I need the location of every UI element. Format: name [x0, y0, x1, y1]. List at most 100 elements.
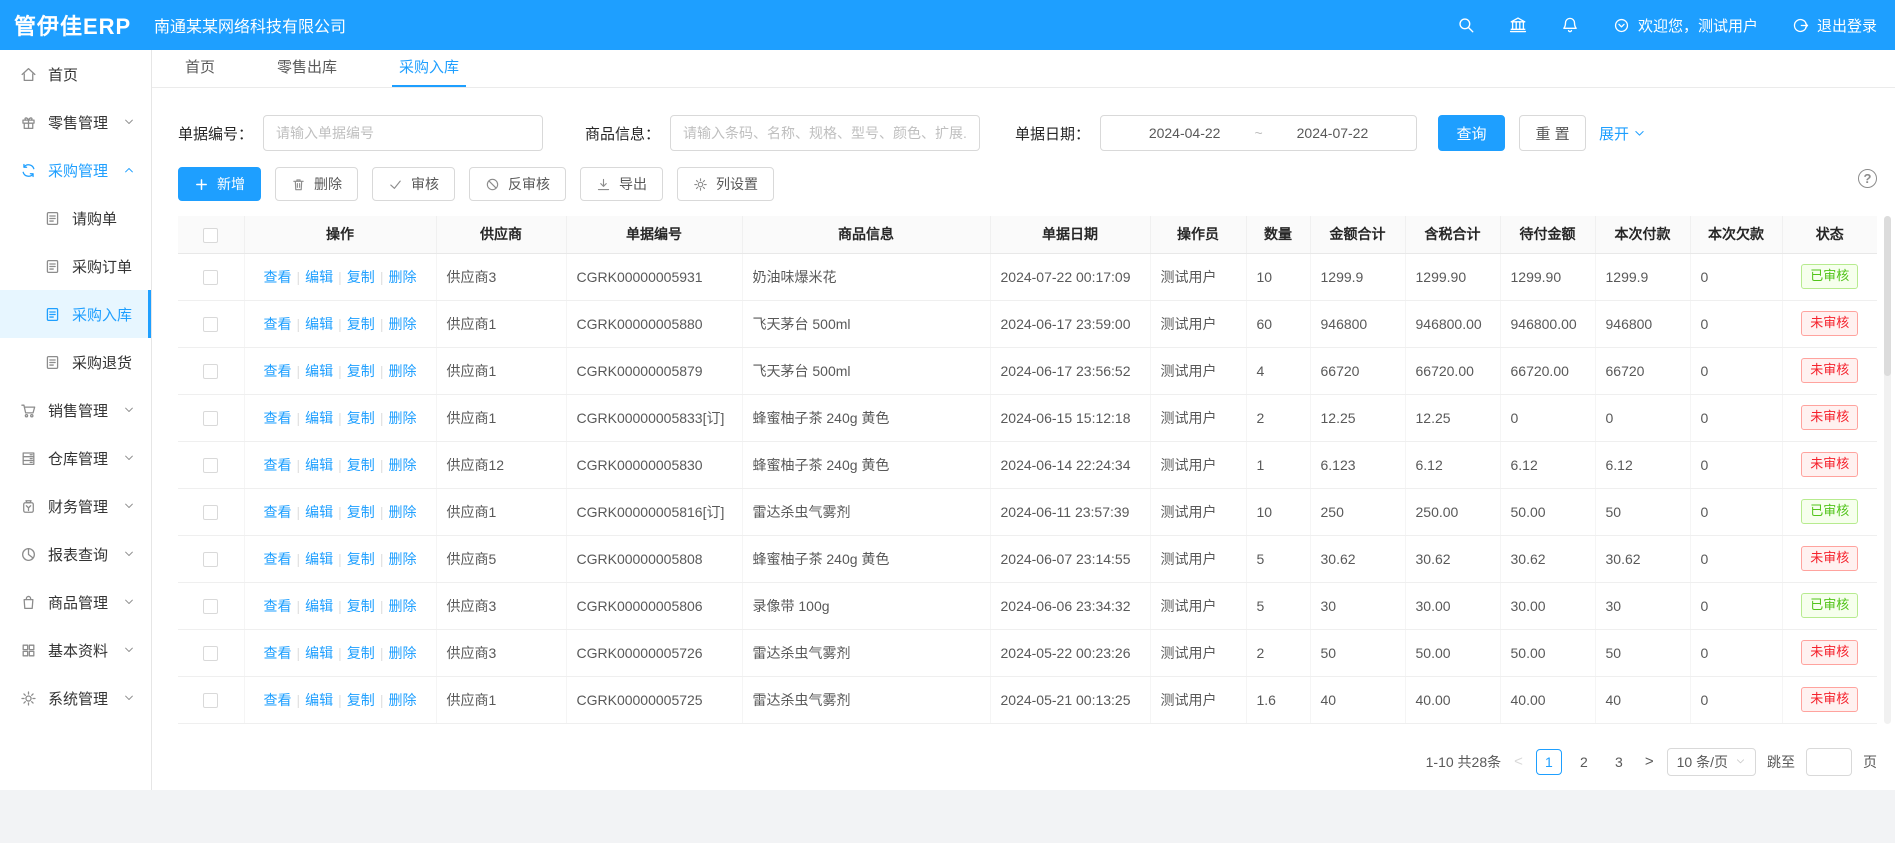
action-edit[interactable]: 编辑	[305, 316, 333, 332]
prev-page-icon[interactable]: <	[1512, 753, 1525, 770]
sidebar-item-basic-data[interactable]: 基本资料	[0, 626, 151, 674]
tab-retail-outbound[interactable]: 零售出库	[270, 50, 344, 87]
action-copy[interactable]: 复制	[347, 410, 375, 426]
doc-no-input[interactable]	[263, 115, 543, 151]
sidebar-item-purchase-return[interactable]: 采购退货	[0, 338, 151, 386]
select-all-checkbox[interactable]	[203, 228, 218, 243]
chevron-down-icon	[123, 596, 135, 608]
page-size-select[interactable]: 10 条/页	[1667, 748, 1756, 776]
action-edit[interactable]: 编辑	[305, 598, 333, 614]
action-copy[interactable]: 复制	[347, 269, 375, 285]
reset-button[interactable]: 重 置	[1519, 115, 1586, 151]
action-view[interactable]: 查看	[264, 598, 292, 614]
user-menu[interactable]: 欢迎您，测试用户	[1613, 15, 1758, 36]
action-copy[interactable]: 复制	[347, 598, 375, 614]
action-delete[interactable]: 删除	[388, 457, 416, 473]
row-checkbox[interactable]	[203, 552, 218, 567]
tab-home[interactable]: 首页	[178, 50, 222, 87]
action-delete[interactable]: 删除	[388, 410, 416, 426]
app-logo[interactable]: 管伊佳ERP	[14, 9, 142, 41]
row-checkbox[interactable]	[203, 458, 218, 473]
jump-page-input[interactable]	[1806, 748, 1852, 776]
date-from-value[interactable]: 2024-04-22	[1149, 125, 1221, 141]
action-edit[interactable]: 编辑	[305, 410, 333, 426]
action-view[interactable]: 查看	[264, 457, 292, 473]
column-settings-button[interactable]: 列设置	[677, 167, 774, 201]
vertical-scrollbar[interactable]	[1884, 216, 1891, 724]
action-delete[interactable]: 删除	[388, 363, 416, 379]
row-checkbox[interactable]	[203, 364, 218, 379]
action-edit[interactable]: 编辑	[305, 269, 333, 285]
sidebar-item-purchase-order[interactable]: 采购订单	[0, 242, 151, 290]
action-view[interactable]: 查看	[264, 551, 292, 567]
sidebar-item-goods-mgmt[interactable]: 商品管理	[0, 578, 151, 626]
page-number-1[interactable]: 1	[1536, 749, 1562, 775]
sidebar-item-purchase-inbound[interactable]: 采购入库	[0, 290, 151, 338]
action-delete[interactable]: 删除	[388, 598, 416, 614]
action-view[interactable]: 查看	[264, 316, 292, 332]
action-copy[interactable]: 复制	[347, 692, 375, 708]
bell-icon[interactable]	[1561, 16, 1579, 34]
sidebar-item-retail-mgmt[interactable]: 零售管理	[0, 98, 151, 146]
action-copy[interactable]: 复制	[347, 457, 375, 473]
action-view[interactable]: 查看	[264, 504, 292, 520]
sidebar-item-report-query[interactable]: 报表查询	[0, 530, 151, 578]
sidebar-item-system-mgmt[interactable]: 系统管理	[0, 674, 151, 722]
action-view[interactable]: 查看	[264, 692, 292, 708]
action-edit[interactable]: 编辑	[305, 645, 333, 661]
date-to-value[interactable]: 2024-07-22	[1297, 125, 1369, 141]
export-button[interactable]: 导出	[580, 167, 663, 201]
add-button[interactable]: 新增	[178, 167, 261, 201]
action-edit[interactable]: 编辑	[305, 457, 333, 473]
search-button[interactable]: 查询	[1438, 115, 1505, 151]
action-copy[interactable]: 复制	[347, 363, 375, 379]
row-checkbox[interactable]	[203, 505, 218, 520]
action-edit[interactable]: 编辑	[305, 504, 333, 520]
action-copy[interactable]: 复制	[347, 645, 375, 661]
action-copy[interactable]: 复制	[347, 504, 375, 520]
action-delete[interactable]: 删除	[388, 269, 416, 285]
row-checkbox[interactable]	[203, 270, 218, 285]
sidebar-item-purchase-request[interactable]: 请购单	[0, 194, 151, 242]
action-edit[interactable]: 编辑	[305, 692, 333, 708]
bank-icon[interactable]	[1509, 16, 1527, 34]
sidebar-item-home[interactable]: 首页	[0, 50, 151, 98]
action-edit[interactable]: 编辑	[305, 363, 333, 379]
action-view[interactable]: 查看	[264, 645, 292, 661]
action-delete[interactable]: 删除	[388, 645, 416, 661]
action-view[interactable]: 查看	[264, 410, 292, 426]
action-delete[interactable]: 删除	[388, 692, 416, 708]
unaudit-button[interactable]: 反审核	[469, 167, 566, 201]
audit-button[interactable]: 审核	[372, 167, 455, 201]
search-icon[interactable]	[1457, 16, 1475, 34]
row-checkbox[interactable]	[203, 411, 218, 426]
delete-button[interactable]: 删除	[275, 167, 358, 201]
action-delete[interactable]: 删除	[388, 316, 416, 332]
help-icon[interactable]: ?	[1858, 169, 1877, 188]
page-number-2[interactable]: 2	[1571, 749, 1597, 775]
cell-payable: 40.00	[1500, 676, 1595, 723]
next-page-icon[interactable]: >	[1643, 753, 1656, 770]
logout-button[interactable]: 退出登录	[1792, 15, 1877, 36]
sidebar-item-finance-mgmt[interactable]: 财务管理	[0, 482, 151, 530]
action-copy[interactable]: 复制	[347, 316, 375, 332]
action-delete[interactable]: 删除	[388, 504, 416, 520]
action-copy[interactable]: 复制	[347, 551, 375, 567]
row-checkbox[interactable]	[203, 317, 218, 332]
action-edit[interactable]: 编辑	[305, 551, 333, 567]
cell-product: 蜂蜜柚子茶 240g 黄色	[742, 441, 990, 488]
page-number-3[interactable]: 3	[1606, 749, 1632, 775]
product-info-input[interactable]	[670, 115, 980, 151]
row-checkbox[interactable]	[203, 646, 218, 661]
sidebar-item-sales-mgmt[interactable]: 销售管理	[0, 386, 151, 434]
tab-purchase-inbound[interactable]: 采购入库	[392, 50, 466, 87]
row-checkbox[interactable]	[203, 693, 218, 708]
action-view[interactable]: 查看	[264, 363, 292, 379]
action-view[interactable]: 查看	[264, 269, 292, 285]
date-range-picker[interactable]: 2024-04-22 ~ 2024-07-22	[1100, 115, 1417, 151]
sidebar-item-warehouse-mgmt[interactable]: 仓库管理	[0, 434, 151, 482]
sidebar-item-purchase-mgmt[interactable]: 采购管理	[0, 146, 151, 194]
row-checkbox[interactable]	[203, 599, 218, 614]
expand-filters-link[interactable]: 展开	[1599, 123, 1646, 144]
action-delete[interactable]: 删除	[388, 551, 416, 567]
